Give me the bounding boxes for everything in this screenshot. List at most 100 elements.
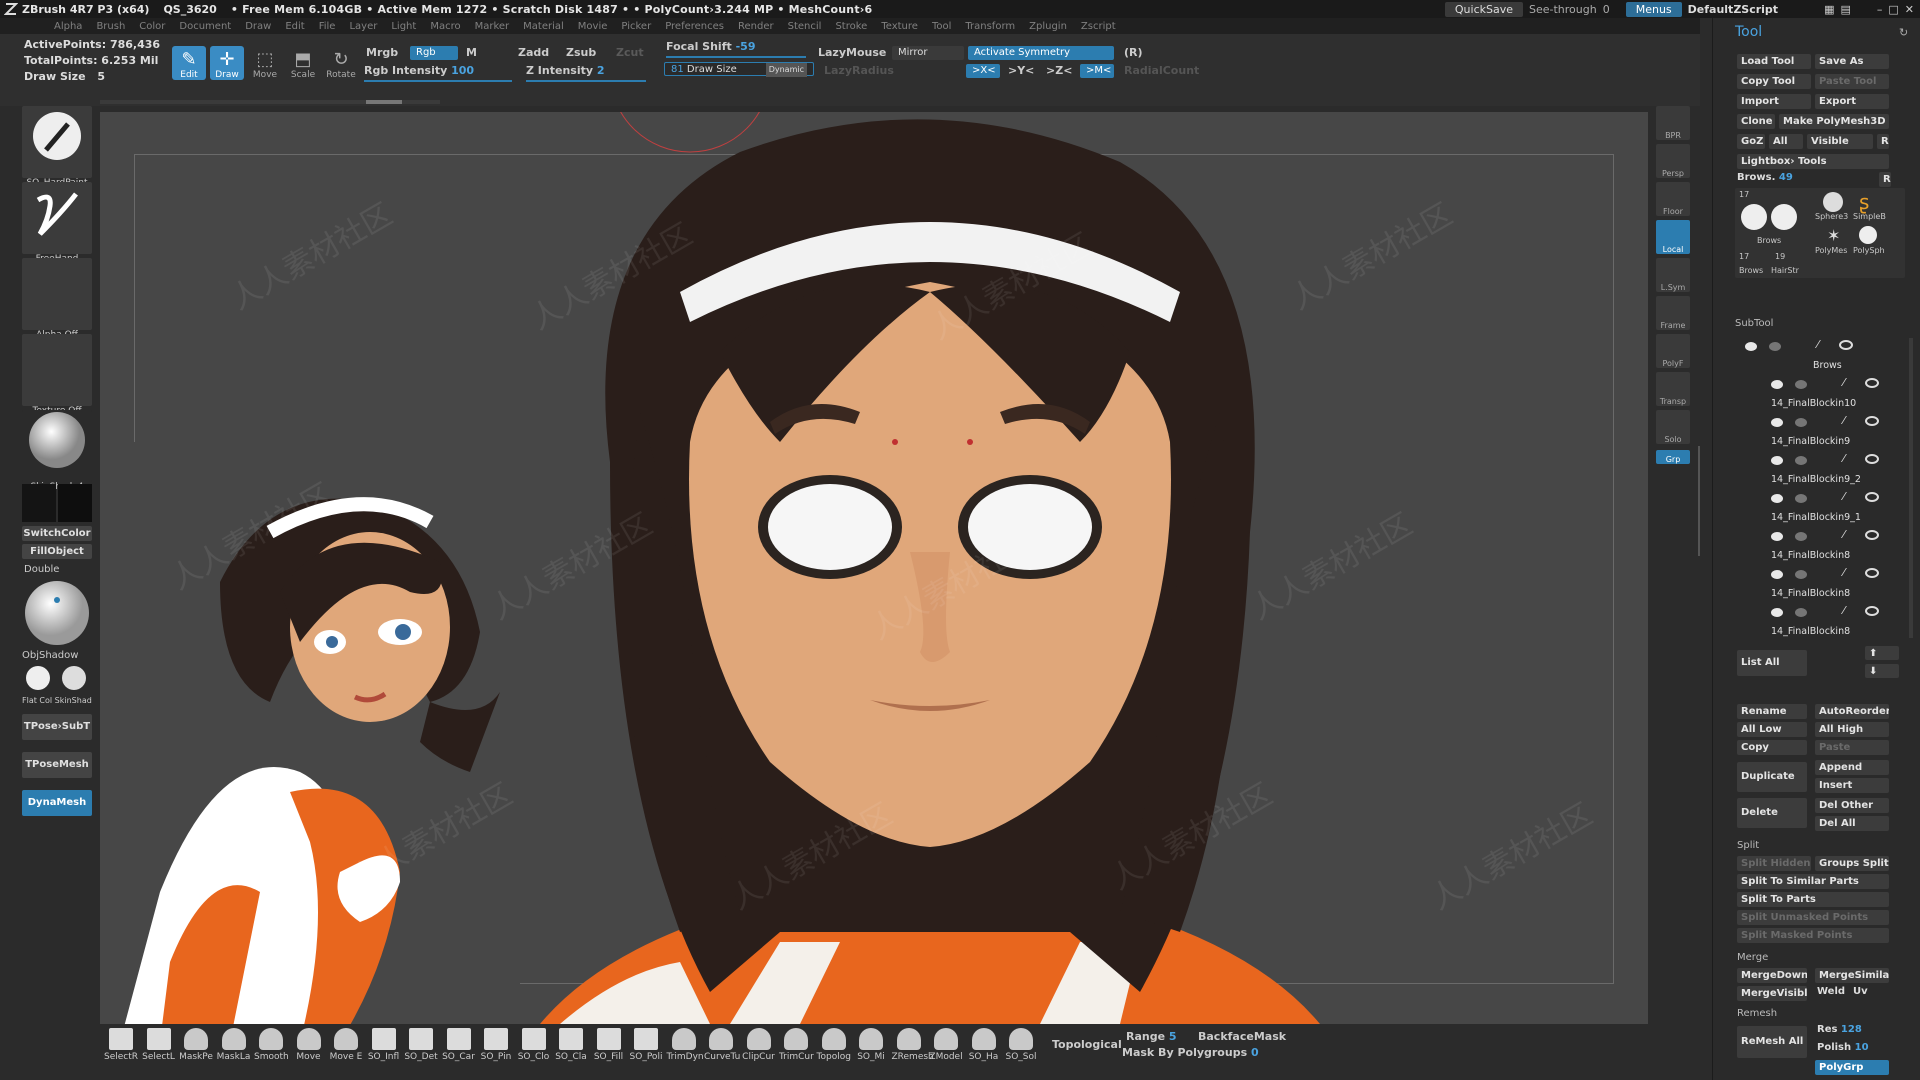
- subtool-material-dot[interactable]: [1795, 608, 1807, 617]
- subtool-brush-icon[interactable]: ⁄: [1843, 566, 1845, 579]
- all-high-button[interactable]: All High: [1815, 722, 1889, 737]
- menu-preferences[interactable]: Preferences: [665, 21, 724, 32]
- subtool-row[interactable]: ⁄ 14_FinalBlockin8: [1759, 528, 1909, 566]
- draw-size-slider[interactable]: 81 Draw Size Dynamic: [664, 62, 814, 77]
- backface-mask-button[interactable]: BackfaceMask: [1198, 1030, 1286, 1043]
- menu-alpha[interactable]: Alpha: [54, 21, 82, 32]
- default-zscript-button[interactable]: DefaultZScript: [1688, 3, 1778, 16]
- subtool-eye-icon[interactable]: [1865, 454, 1879, 464]
- current-tool-slider[interactable]: Brows. 49: [1737, 172, 1793, 183]
- mergesimilar-button[interactable]: MergeSimilar: [1815, 968, 1889, 983]
- subtool-eye-icon[interactable]: [1865, 568, 1879, 578]
- subtool-polypaint-dot[interactable]: [1771, 532, 1783, 541]
- sym-z-button[interactable]: >Z<: [1046, 64, 1072, 77]
- help-icon[interactable]: ▦: [1824, 3, 1834, 16]
- subtool-brush-icon[interactable]: ⁄: [1843, 452, 1845, 465]
- lazyradius-slider[interactable]: LazyRadius: [824, 64, 894, 77]
- thumb-polysphere[interactable]: [1859, 226, 1877, 244]
- switch-color-button[interactable]: SwitchColor: [22, 526, 92, 541]
- shelf-persp-button[interactable]: Persp: [1656, 144, 1690, 178]
- mrgb-button[interactable]: Mrgb: [366, 46, 398, 59]
- see-through-label[interactable]: See-through: [1529, 3, 1597, 16]
- menu-render[interactable]: Render: [738, 21, 774, 32]
- thumb-sphere3d[interactable]: [1823, 192, 1843, 212]
- subtool-row[interactable]: ⁄ 14_FinalBlockin9_2: [1759, 452, 1909, 490]
- subtool-eye-icon[interactable]: [1865, 492, 1879, 502]
- quicksave-button[interactable]: QuickSave: [1444, 1, 1523, 17]
- menu-texture[interactable]: Texture: [881, 21, 918, 32]
- groups-split-button[interactable]: Groups Split: [1815, 856, 1889, 871]
- brush-topolog[interactable]: Topolog: [817, 1028, 851, 1072]
- polygrp-button[interactable]: PolyGrp: [1815, 1060, 1889, 1075]
- sym-m-button[interactable]: >M<: [1080, 64, 1114, 78]
- menu-file[interactable]: File: [319, 21, 336, 32]
- subtool-brush-icon[interactable]: ⁄: [1843, 490, 1845, 503]
- subtool-eye-icon[interactable]: [1865, 378, 1879, 388]
- brush-selectr[interactable]: SelectR: [104, 1028, 138, 1072]
- tool-thumbnails[interactable]: 17 Brows ʂ Sphere3 SimpleB ✶ PolyMes Pol…: [1735, 188, 1905, 278]
- brush-clipcur[interactable]: ClipCur: [742, 1028, 776, 1072]
- focal-shift-slider[interactable]: Focal Shift -59: [666, 40, 755, 53]
- merge-section-title[interactable]: Merge: [1737, 952, 1768, 963]
- delete-button[interactable]: Delete: [1737, 798, 1807, 828]
- subtool-eye-icon[interactable]: [1839, 340, 1853, 350]
- fill-object-button[interactable]: FillObject: [22, 544, 92, 559]
- range-slider[interactable]: Range 5: [1126, 1030, 1177, 1043]
- render-mode-row[interactable]: [22, 666, 92, 694]
- move-up-icon[interactable]: ⬆: [1865, 646, 1899, 660]
- lightbox-tools-button[interactable]: Lightbox› Tools: [1737, 154, 1889, 169]
- menu-document[interactable]: Document: [179, 21, 231, 32]
- edit-button[interactable]: ✎ Edit: [172, 46, 206, 80]
- move-down-icon[interactable]: ⬇: [1865, 664, 1899, 678]
- menu-draw[interactable]: Draw: [245, 21, 271, 32]
- subtool-material-dot[interactable]: [1795, 570, 1807, 579]
- subtool-polypaint-dot[interactable]: [1745, 342, 1757, 351]
- shelf-transp-button[interactable]: Transp: [1656, 372, 1690, 406]
- canvas-scrollbar-thumb[interactable]: [366, 100, 402, 104]
- focal-shift-track[interactable]: [666, 56, 806, 58]
- rgb-button[interactable]: Rgb: [410, 46, 458, 60]
- shelf-solo-button[interactable]: Solo: [1656, 410, 1690, 444]
- sym-x-button[interactable]: >X<: [966, 64, 1000, 78]
- subtool-polypaint-dot[interactable]: [1771, 456, 1783, 465]
- menu-zscript[interactable]: Zscript: [1081, 21, 1116, 32]
- subtool-row[interactable]: ⁄ 14_FinalBlockin8: [1759, 604, 1909, 642]
- brush-maskpe[interactable]: MaskPe: [179, 1028, 213, 1072]
- copy-tool-button[interactable]: Copy Tool: [1737, 74, 1811, 89]
- clone-button[interactable]: Clone: [1737, 114, 1775, 129]
- goz-button[interactable]: GoZ: [1737, 134, 1765, 149]
- brush-so-ha[interactable]: SO_Ha: [967, 1028, 1001, 1072]
- split-masked-button[interactable]: Split Masked Points: [1737, 928, 1889, 943]
- subtool-brush-icon[interactable]: ⁄: [1843, 528, 1845, 541]
- rename-button[interactable]: Rename: [1737, 704, 1807, 719]
- canvas-viewport[interactable]: 人人素材社区人人素材社区人人素材社区人人素材社区人人素材社区人人素材社区人人素材…: [100, 112, 1648, 1024]
- mask-by-polygroups-slider[interactable]: Mask By Polygroups 0: [1122, 1046, 1259, 1059]
- menu-marker[interactable]: Marker: [475, 21, 510, 32]
- uv-toggle[interactable]: Uv: [1853, 986, 1868, 997]
- tpose-subt-button[interactable]: TPose›SubT: [22, 714, 92, 740]
- brush-selectl[interactable]: SelectL: [142, 1028, 176, 1072]
- subtool-material-dot[interactable]: [1795, 532, 1807, 541]
- split-to-parts-button[interactable]: Split To Parts: [1737, 892, 1889, 907]
- visible-button[interactable]: Visible: [1807, 134, 1873, 149]
- rotate-button[interactable]: ↻ Rotate: [324, 46, 358, 81]
- draw-button[interactable]: ✛ Draw: [210, 46, 244, 80]
- light-selector[interactable]: [22, 578, 92, 648]
- list-all-button[interactable]: List All: [1737, 650, 1807, 676]
- subtool-row[interactable]: ⁄ 14_FinalBlockin8: [1759, 566, 1909, 604]
- brush-curvetu[interactable]: CurveTu: [704, 1028, 740, 1072]
- brush-so-det[interactable]: SO_Det: [404, 1028, 438, 1072]
- brush-zmodel[interactable]: ZModel: [929, 1028, 963, 1072]
- menu-light[interactable]: Light: [391, 21, 416, 32]
- close-icon[interactable]: ✕: [1905, 3, 1914, 16]
- subtool-material-dot[interactable]: [1795, 494, 1807, 503]
- radialcount-button[interactable]: RadialCount: [1124, 64, 1199, 77]
- brush-trimdyn[interactable]: TrimDyn: [667, 1028, 704, 1072]
- shelf-lsym-button[interactable]: L.Sym: [1656, 258, 1690, 292]
- stroke-selector[interactable]: FreeHand: [22, 182, 92, 264]
- paste-subtool-button[interactable]: Paste: [1815, 740, 1889, 755]
- zadd-button[interactable]: Zadd: [518, 46, 549, 59]
- paste-tool-button[interactable]: Paste Tool: [1815, 74, 1889, 89]
- rgb-intensity-track[interactable]: [364, 80, 512, 82]
- brush-move-e[interactable]: Move E: [329, 1028, 363, 1072]
